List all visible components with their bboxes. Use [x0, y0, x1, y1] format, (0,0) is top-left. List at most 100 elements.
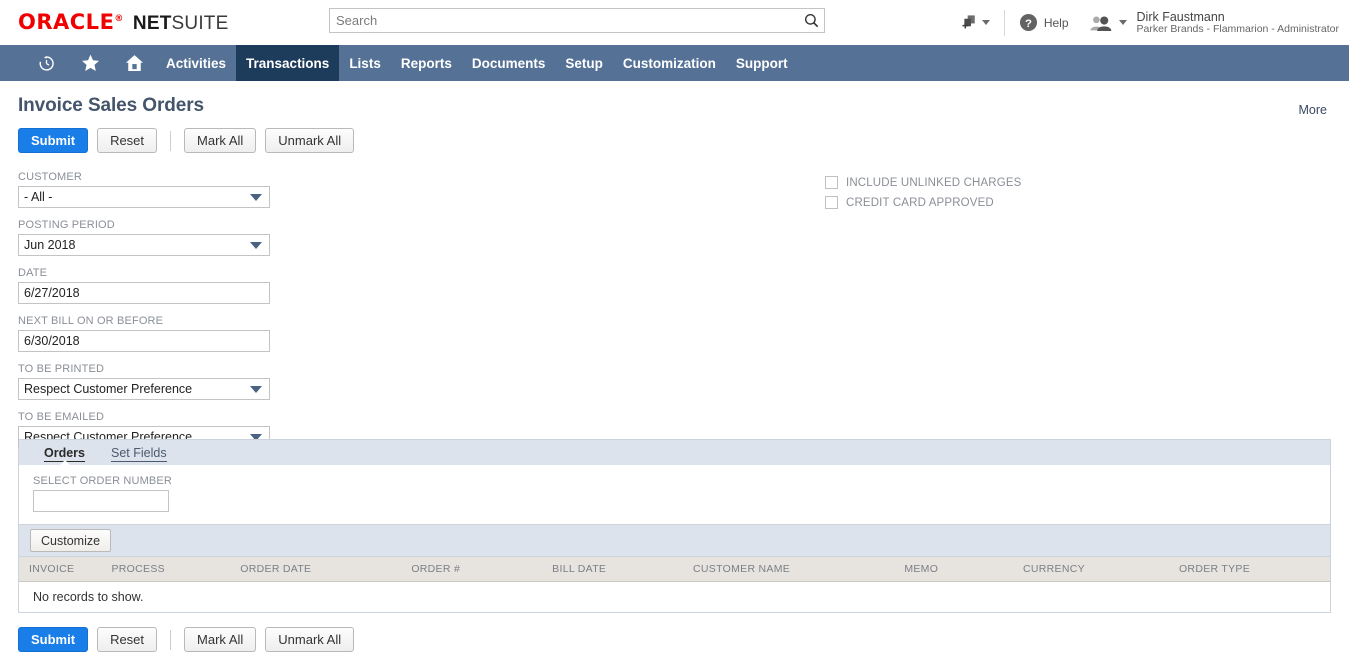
checkbox-label: CREDIT CARD APPROVED [846, 196, 994, 209]
bottom-button-row: Submit Reset Mark All Unmark All [18, 627, 1349, 652]
table-header-row: INVOICE PROCESS ORDER DATE ORDER # BILL … [19, 557, 1330, 582]
field-customer: CUSTOMER - All - [18, 171, 270, 208]
date-input[interactable] [19, 283, 269, 303]
checkbox-credit-card-approved[interactable]: CREDIT CARD APPROVED [825, 196, 1022, 209]
field-next-bill-on-or-before: NEXT BILL ON OR BEFORE [18, 315, 270, 352]
history-icon[interactable] [24, 45, 68, 81]
help-icon: ? [1019, 13, 1037, 32]
top-bar: ORACLE® NETSUITE ? [0, 0, 1349, 45]
nav-item-transactions[interactable]: Transactions [236, 45, 340, 81]
column-header-order-date[interactable]: ORDER DATE [230, 557, 402, 582]
form-field-column: CUSTOMER - All - POSTING PERIOD Jun 2018… [18, 171, 270, 459]
column-header-invoice[interactable]: INVOICE [19, 557, 102, 582]
reset-button-bottom[interactable]: Reset [97, 627, 158, 652]
chevron-down-icon[interactable] [243, 193, 269, 201]
column-header-bill-date[interactable]: BILL DATE [542, 557, 684, 582]
user-name: Dirk Faustmann [1136, 9, 1225, 24]
next-bill-date-input[interactable] [19, 331, 269, 351]
panel-tab-bar: Orders Set Fields [19, 439, 1330, 466]
nav-item-support[interactable]: Support [726, 45, 798, 81]
star-icon[interactable] [68, 45, 112, 81]
submit-button-bottom[interactable]: Submit [18, 627, 89, 652]
orders-panel: Orders Set Fields SELECT ORDER NUMBER Cu… [18, 439, 1331, 613]
column-header-customer-name[interactable]: CUSTOMER NAME [683, 557, 895, 582]
search-icon[interactable] [798, 13, 824, 28]
customize-button[interactable]: Customize [30, 529, 112, 552]
tab-set-fields[interactable]: Set Fields [98, 446, 180, 465]
field-label: TO BE PRINTED [18, 363, 105, 375]
page-title: Invoice Sales Orders [18, 95, 204, 116]
to-be-printed-select[interactable]: Respect Customer Preference [18, 378, 270, 400]
unmark-all-button[interactable]: Unmark All [265, 128, 355, 153]
submit-button[interactable]: Submit [18, 128, 89, 153]
chevron-down-icon [981, 20, 990, 25]
field-label: POSTING PERIOD [18, 219, 115, 231]
column-header-process[interactable]: PROCESS [101, 557, 231, 582]
field-label: DATE [18, 267, 48, 279]
filter-form: CUSTOMER - All - POSTING PERIOD Jun 2018… [0, 171, 1349, 448]
empty-message: No records to show. [19, 581, 1330, 612]
svg-text:?: ? [1025, 18, 1032, 30]
page-header: Invoice Sales Orders More Submit Reset M… [0, 81, 1349, 153]
nav-item-setup[interactable]: Setup [555, 45, 613, 81]
select-order-number-field[interactable] [33, 490, 169, 512]
field-value: - All - [24, 190, 53, 204]
field-label: NEXT BILL ON OR BEFORE [18, 315, 164, 327]
global-search[interactable] [329, 8, 825, 33]
checkbox-include-unlinked-charges[interactable]: INCLUDE UNLINKED CHARGES [825, 176, 1022, 189]
search-input[interactable] [330, 9, 798, 32]
next-bill-date-field[interactable] [18, 330, 270, 352]
help-button[interactable]: ? Help [1005, 13, 1081, 32]
date-field[interactable] [18, 282, 270, 304]
field-posting-period: POSTING PERIOD Jun 2018 [18, 219, 270, 256]
field-value: Jun 2018 [24, 238, 76, 252]
chevron-down-icon[interactable] [243, 385, 269, 393]
reset-button[interactable]: Reset [97, 128, 158, 153]
nav-item-documents[interactable]: Documents [462, 45, 556, 81]
posting-period-select[interactable]: Jun 2018 [18, 234, 270, 256]
divider [170, 130, 172, 151]
nav-item-reports[interactable]: Reports [391, 45, 462, 81]
more-link[interactable]: More [1299, 103, 1327, 117]
checkbox-box[interactable] [825, 176, 838, 189]
field-label: CUSTOMER [18, 171, 82, 183]
help-label: Help [1043, 15, 1069, 30]
mark-all-button-bottom[interactable]: Mark All [184, 627, 257, 652]
avatar [1089, 15, 1111, 31]
nav-item-activities[interactable]: Activities [156, 45, 236, 81]
table-empty-row: No records to show. [19, 581, 1330, 612]
column-header-order-type[interactable]: ORDER TYPE [1168, 557, 1330, 582]
field-value: Respect Customer Preference [24, 382, 193, 396]
column-header-order-number[interactable]: ORDER # [401, 557, 543, 582]
user-menu[interactable]: Dirk Faustmann Parker Brands - Flammario… [1081, 10, 1339, 36]
add-shortcut-icon [962, 15, 975, 29]
top-right-controls: ? Help Dirk Faustmann Parker Brands - Fl… [948, 0, 1339, 45]
netsuite-logo: ORACLE® NETSUITE [18, 10, 228, 35]
chevron-down-icon [1118, 20, 1127, 25]
netsuite-suite-text: SUITE [171, 13, 229, 34]
customer-select[interactable]: - All - [18, 186, 270, 208]
panel-body: SELECT ORDER NUMBER [19, 465, 1330, 512]
field-date: DATE [18, 267, 270, 304]
nav-item-customization[interactable]: Customization [613, 45, 726, 81]
mark-all-button[interactable]: Mark All [184, 128, 257, 153]
tab-orders[interactable]: Orders [31, 446, 98, 466]
column-header-memo[interactable]: MEMO [894, 557, 1014, 582]
home-icon[interactable] [112, 45, 156, 81]
top-button-row: Submit Reset Mark All Unmark All [18, 128, 1349, 153]
column-header-currency[interactable]: CURRENCY [1013, 557, 1169, 582]
unmark-all-button-bottom[interactable]: Unmark All [265, 627, 355, 652]
main-navigation: Activities Transactions Lists Reports Do… [0, 45, 1349, 81]
chevron-down-icon[interactable] [243, 241, 269, 249]
select-order-number-label: SELECT ORDER NUMBER [33, 475, 172, 487]
quick-add-button[interactable] [948, 14, 1004, 31]
checkbox-column: INCLUDE UNLINKED CHARGES CREDIT CARD APP… [825, 176, 1022, 216]
field-label: TO BE EMAILED [18, 411, 105, 423]
checkbox-label: INCLUDE UNLINKED CHARGES [846, 176, 1022, 189]
netsuite-net-text: NET [132, 13, 172, 34]
select-order-number-input[interactable] [34, 491, 168, 511]
nav-item-lists[interactable]: Lists [339, 45, 391, 81]
user-role: Parker Brands - Flammarion - Administrat… [1136, 22, 1339, 35]
checkbox-box[interactable] [825, 196, 838, 209]
active-tab-notch [58, 460, 71, 466]
